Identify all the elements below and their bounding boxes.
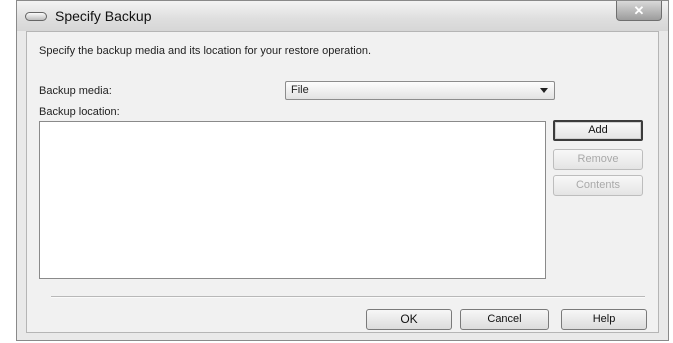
backup-media-value: File [291,84,309,96]
close-button[interactable]: ✕ [616,1,662,21]
dialog-body: Specify the backup media and its locatio… [26,31,659,333]
backup-media-select[interactable]: File [285,81,555,100]
window-title: Specify Backup [55,8,152,24]
title-bar: Specify Backup ✕ [17,1,668,31]
help-button[interactable]: Help [561,309,647,330]
remove-button[interactable]: Remove [553,149,643,170]
close-icon: ✕ [633,2,645,18]
specify-backup-dialog: Specify Backup ✕ Specify the backup medi… [16,0,669,341]
backup-media-label: Backup media: [39,85,112,97]
chevron-down-icon [540,88,548,93]
ok-button[interactable]: OK [366,309,452,330]
window-icon [25,11,47,21]
backup-location-list[interactable] [39,121,546,279]
add-button[interactable]: Add [553,120,643,141]
intro-text: Specify the backup media and its locatio… [39,45,372,57]
contents-button[interactable]: Contents [553,175,643,196]
backup-location-label: Backup location: [39,106,120,118]
divider [51,296,645,298]
cancel-button[interactable]: Cancel [460,309,549,330]
